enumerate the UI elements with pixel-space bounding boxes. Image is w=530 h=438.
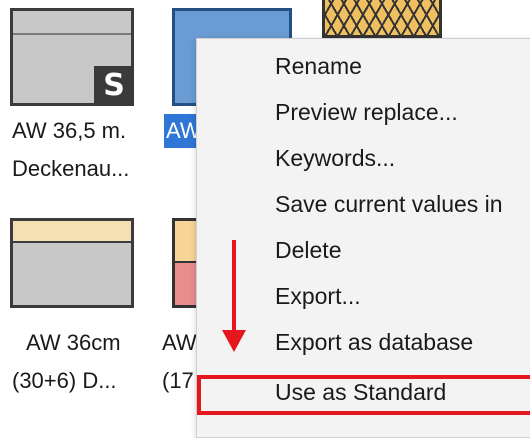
layer-line <box>13 33 131 35</box>
insulation-hatch <box>325 0 439 35</box>
item-label-4-line1[interactable]: AW <box>162 326 197 360</box>
annotation-arrow-shaft <box>232 240 236 340</box>
plaster-layer <box>13 221 131 243</box>
annotation-arrow-head <box>222 330 246 352</box>
item-label-3-line1[interactable]: AW 36cm <box>26 326 121 360</box>
item-label-1-line1[interactable]: AW 36,5 m. <box>12 114 126 148</box>
wall-thumbnail-4[interactable] <box>10 218 134 308</box>
context-menu: Rename Preview replace... Keywords... Sa… <box>196 38 530 438</box>
menu-item-export-database[interactable]: Export as database <box>275 329 473 356</box>
menu-item-delete[interactable]: Delete <box>275 237 341 264</box>
standard-badge: S <box>94 66 134 106</box>
menu-item-save-current-values[interactable]: Save current values in <box>275 191 503 218</box>
menu-item-export[interactable]: Export... <box>275 283 361 310</box>
menu-item-keywords[interactable]: Keywords... <box>275 145 395 172</box>
wall-thumbnail-1[interactable]: S <box>10 8 134 106</box>
highlight-box <box>197 375 530 415</box>
item-label-4-line2[interactable]: (17 <box>162 364 194 398</box>
wall-thumbnail-3[interactable] <box>322 0 442 38</box>
menu-item-preview-replace[interactable]: Preview replace... <box>275 99 458 126</box>
item-label-3-line2[interactable]: (30+6) D... <box>12 364 117 398</box>
menu-item-rename[interactable]: Rename <box>275 53 362 80</box>
item-label-1-line2[interactable]: Deckenau... <box>12 152 129 186</box>
